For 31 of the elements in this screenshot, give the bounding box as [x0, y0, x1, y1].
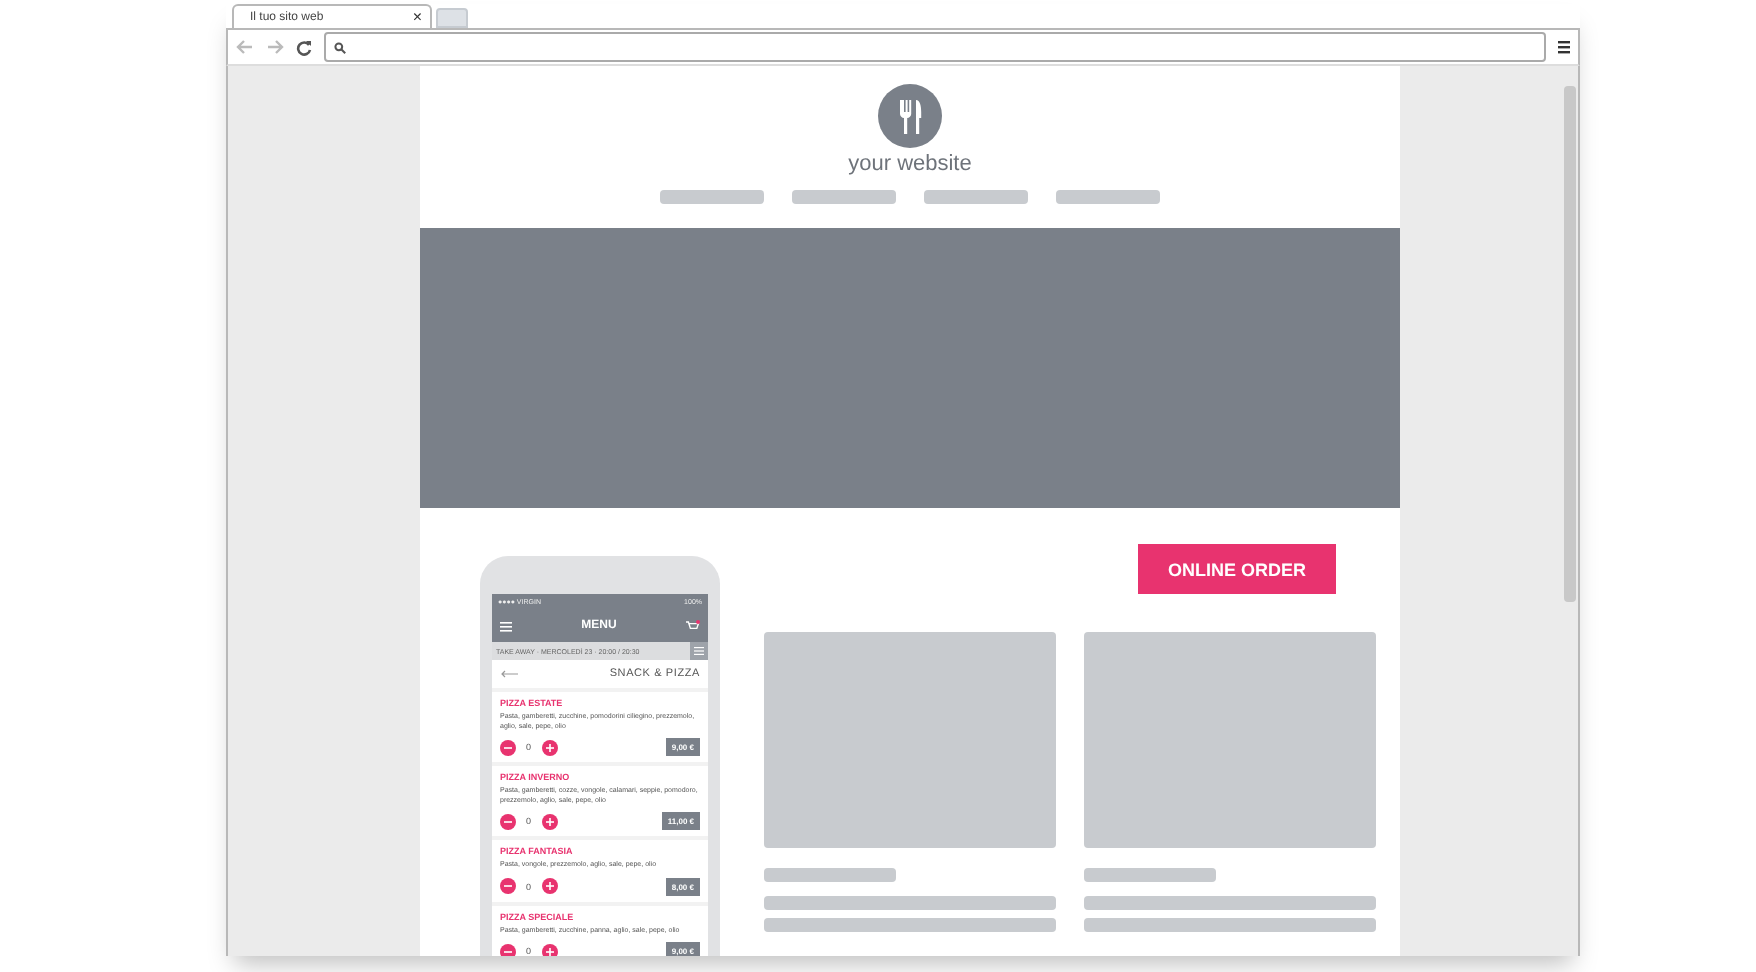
fork-knife-logo-icon — [878, 84, 942, 148]
scrollbar-thumb[interactable] — [1563, 86, 1575, 602]
minus-icon — [504, 817, 512, 826]
heading-placeholder — [764, 868, 896, 882]
plus-icon — [545, 743, 554, 752]
plus-icon — [545, 947, 554, 956]
reload-icon[interactable] — [296, 39, 312, 55]
minus-icon — [504, 882, 512, 891]
plus-icon — [545, 817, 554, 826]
increase-button[interactable] — [541, 943, 558, 956]
heading-placeholder — [1084, 868, 1216, 882]
minus-icon — [504, 743, 512, 752]
increase-button[interactable] — [541, 739, 558, 756]
plus-icon — [545, 882, 554, 891]
back-arrow-icon[interactable] — [500, 670, 518, 678]
online-order-button[interactable]: ONLINE ORDER — [1138, 544, 1336, 594]
increase-button[interactable] — [541, 878, 558, 895]
decrease-button[interactable] — [500, 878, 516, 895]
lines-icon — [694, 646, 704, 656]
minus-icon — [504, 947, 512, 956]
filter-button[interactable] — [690, 642, 708, 660]
tab-close-button[interactable]: × — [412, 9, 422, 25]
menu-icon[interactable] — [1558, 40, 1570, 54]
site-brand: your website — [848, 152, 972, 176]
address-bar[interactable] — [324, 32, 1546, 62]
decrease-button[interactable] — [500, 813, 516, 830]
decrease-button[interactable] — [500, 943, 516, 956]
search-icon — [334, 41, 346, 53]
decrease-button[interactable] — [500, 739, 516, 756]
cart-icon[interactable] — [685, 620, 700, 632]
increase-button[interactable] — [541, 813, 558, 830]
